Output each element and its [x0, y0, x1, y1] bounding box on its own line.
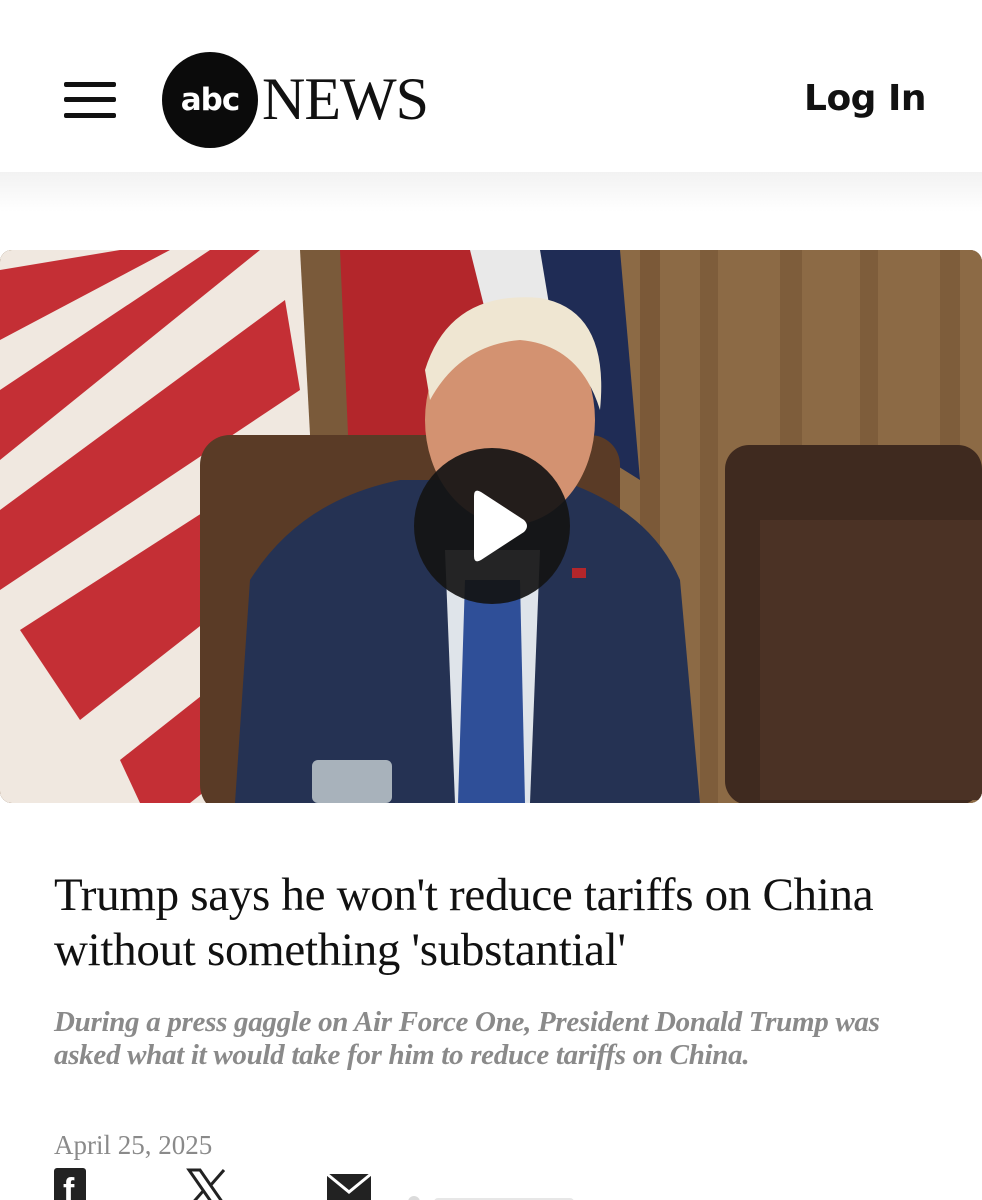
- news-wordmark: NEWS: [262, 66, 429, 132]
- site-header: abc NEWS Log In: [0, 0, 982, 172]
- email-icon[interactable]: [326, 1168, 372, 1200]
- play-icon: [474, 490, 527, 562]
- share-bar: f: [54, 1168, 954, 1200]
- article-date: April 25, 2025: [54, 1130, 213, 1160]
- article-subheadline: During a press gaggle on Air Force One, …: [54, 1006, 880, 1071]
- hamburger-menu-button[interactable]: [60, 80, 118, 120]
- menu-bar: [64, 113, 116, 118]
- abc-news-logo[interactable]: abc NEWS: [162, 52, 462, 148]
- facebook-icon[interactable]: f: [54, 1168, 86, 1200]
- menu-bar: [64, 82, 116, 87]
- more-icon[interactable]: [394, 1168, 594, 1200]
- menu-bar: [64, 97, 116, 102]
- article-headline: Trump says he won't reduce tariffs on Ch…: [54, 869, 874, 976]
- play-button[interactable]: [414, 448, 570, 604]
- x-icon[interactable]: [186, 1168, 228, 1200]
- abc-logo-circle: abc: [162, 52, 258, 148]
- video-player[interactable]: [0, 250, 982, 803]
- login-link[interactable]: Log In: [804, 78, 927, 119]
- header-divider-shadow: [0, 172, 982, 212]
